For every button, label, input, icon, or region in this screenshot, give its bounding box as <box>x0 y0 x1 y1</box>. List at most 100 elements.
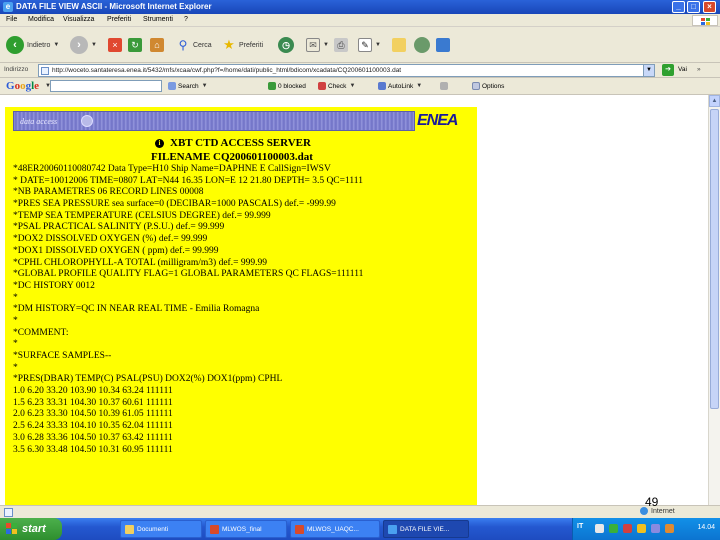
data-line: * <box>13 339 18 350</box>
menu-visualizza[interactable]: Visualizza <box>63 16 94 23</box>
tray-app-icon[interactable] <box>665 524 674 533</box>
data-line: * <box>13 292 18 303</box>
minimize-button[interactable]: _ <box>672 1 685 13</box>
google-search-input[interactable] <box>50 80 162 92</box>
check-label: Check <box>328 82 347 90</box>
autofill-button[interactable] <box>440 82 450 90</box>
go-arrow-icon[interactable]: ➔ <box>662 64 674 76</box>
home-button[interactable]: ⌂ <box>150 35 164 55</box>
data-line: 1.5 6.23 33.31 104.30 10.37 60.61 111111 <box>13 397 173 408</box>
folder-icon <box>125 524 134 534</box>
filename: FILENAME CQ200601100003.dat <box>151 151 313 163</box>
search-button[interactable]: ⚲ Cerca <box>176 35 212 55</box>
research-icon <box>436 38 450 52</box>
tray-app-icon[interactable] <box>623 524 632 533</box>
forward-button[interactable]: › ▼ <box>70 35 97 55</box>
data-line: 1.0 6.20 33.20 103.90 10.34 63.24 111111 <box>13 386 173 397</box>
refresh-button[interactable]: ↻ <box>128 35 142 55</box>
favorites-button[interactable]: ★ Preferiti <box>222 35 263 55</box>
menu-strumenti[interactable]: Strumenti <box>143 16 173 23</box>
popup-blocker[interactable]: 0 blocked <box>268 82 306 90</box>
seal-icon <box>81 115 93 127</box>
data-line: * <box>13 315 18 326</box>
edit-button[interactable]: ✎ ▼ <box>358 35 381 55</box>
scroll-thumb[interactable] <box>710 109 719 409</box>
dropdown-arrow-icon[interactable]: ▼ <box>91 42 97 48</box>
menu-file[interactable]: File <box>6 16 17 23</box>
address-url[interactable]: http://woceto.santateresa.enea.it/5432/m… <box>52 67 401 74</box>
data-line: *DC HISTORY 0012 <box>13 280 95 291</box>
data-line: *PSAL PRACTICAL SALINITY (P.S.U.) def.= … <box>13 222 225 233</box>
data-line: *NB PARAMETRES 06 RECORD LINES 00008 <box>13 187 204 198</box>
spell-check-button[interactable]: Check ▼ <box>318 82 355 90</box>
taskbar-item-documenti[interactable]: Documenti <box>120 520 202 538</box>
page-content: data access ENEA i XBT CTD ACCESS SERVER … <box>0 95 708 517</box>
google-logo[interactable]: Google <box>6 80 39 92</box>
data-line: 2.5 6.24 33.33 104.10 10.35 62.04 111111 <box>13 421 173 432</box>
taskbar-item-mlwos-uaqc[interactable]: MLWOS_UAQC... <box>290 520 380 538</box>
data-line: *48ER20060110080742 Data Type=H10 Ship N… <box>13 164 331 174</box>
stop-button[interactable]: × <box>108 35 122 55</box>
menu-preferiti[interactable]: Preferiti <box>107 16 131 23</box>
dropdown-arrow-icon[interactable]: ▼ <box>323 42 329 48</box>
stop-icon: × <box>108 38 122 52</box>
history-button[interactable]: ◷ <box>278 35 294 55</box>
title-bar[interactable]: e DATA FILE VIEW ASCII - Microsoft Inter… <box>0 0 720 14</box>
close-button[interactable]: × <box>703 1 716 13</box>
research-button[interactable] <box>436 35 450 55</box>
data-file-content: *48ER20060110080742 Data Type=H10 Ship N… <box>13 164 475 456</box>
google-search-button[interactable]: Search ▼ <box>168 82 208 90</box>
print-button[interactable]: ⎙ <box>334 35 348 55</box>
favorites-label: Preferiti <box>239 41 264 49</box>
task-label: MLWOS_UAQC... <box>307 525 359 533</box>
language-indicator[interactable]: IT <box>577 523 583 530</box>
vertical-scrollbar[interactable]: ▲ ▼ <box>708 95 720 517</box>
tray-app-icon[interactable] <box>595 524 604 533</box>
mail-button[interactable]: ✉ ▼ <box>306 35 329 55</box>
data-line: *DM HISTORY=QC IN NEAR REAL TIME - Emili… <box>13 304 260 315</box>
taskbar-item-data-file-view[interactable]: DATA FILE VIE... <box>383 520 469 538</box>
back-button[interactable]: ‹ Indietro ▼ <box>6 35 59 55</box>
maximize-button[interactable]: □ <box>687 1 700 13</box>
data-line: *PRES SEA PRESSURE sea surface=0 (DECIBA… <box>13 199 336 210</box>
menu-modifica[interactable]: Modifica <box>28 16 54 23</box>
server-title: i XBT CTD ACCESS SERVER <box>155 137 311 149</box>
data-line: *CPHL CHLOROPHYLL-A TOTAL (milligram/m3)… <box>13 257 267 268</box>
home-icon: ⌂ <box>150 38 164 52</box>
dropdown-arrow-icon[interactable]: ▼ <box>349 83 355 89</box>
start-button[interactable]: start <box>0 518 62 540</box>
dropdown-arrow-icon[interactable]: ▼ <box>202 83 208 89</box>
go-button[interactable]: Vai <box>678 66 687 73</box>
address-input[interactable]: http://woceto.santateresa.enea.it/5432/m… <box>38 64 655 77</box>
data-line: 3.5 6.30 33.48 104.50 10.31 60.95 111111 <box>13 444 173 455</box>
windows-logo <box>692 15 718 26</box>
scroll-up-icon[interactable]: ▲ <box>709 95 720 107</box>
messenger-button[interactable] <box>414 35 430 55</box>
dropdown-arrow-icon[interactable]: ▼ <box>53 42 59 48</box>
popup-blocker-icon <box>268 82 276 90</box>
toolbar: ‹ Indietro ▼ › ▼ × ↻ ⌂ ⚲ Cerca ★ Preferi… <box>0 27 720 63</box>
check-icon <box>318 82 326 90</box>
toolbar-options-button[interactable]: Options <box>472 82 504 90</box>
task-label: Documenti <box>137 525 169 533</box>
tray-app-icon[interactable] <box>637 524 646 533</box>
dropdown-arrow-icon[interactable]: ▼ <box>375 42 381 48</box>
menu-help[interactable]: ? <box>184 16 188 23</box>
tray-app-icon[interactable] <box>609 524 618 533</box>
clock[interactable]: 14.04 <box>697 524 715 531</box>
chevron-down-icon[interactable]: ▼ <box>643 65 654 76</box>
tray-app-icon[interactable] <box>651 524 660 533</box>
links-chevron[interactable]: » <box>697 66 701 73</box>
taskbar: start Documenti MLWOS_final MLWOS_UAQC..… <box>0 518 720 540</box>
server-title-text: XBT CTD ACCESS SERVER <box>170 137 311 149</box>
autolink-button[interactable]: AutoLink ▼ <box>378 82 422 90</box>
print-icon: ⎙ <box>334 38 348 52</box>
dropdown-arrow-icon[interactable]: ▼ <box>416 83 422 89</box>
data-line: 3.0 6.28 33.36 104.50 10.37 63.42 111111 <box>13 432 173 443</box>
data-line: * <box>13 362 18 373</box>
folder-button[interactable] <box>392 35 406 55</box>
status-bar: Internet <box>0 505 720 518</box>
data-access-banner: data access <box>13 111 415 131</box>
taskbar-item-mlwos-final[interactable]: MLWOS_final <box>205 520 287 538</box>
autolink-label: AutoLink <box>388 82 414 90</box>
